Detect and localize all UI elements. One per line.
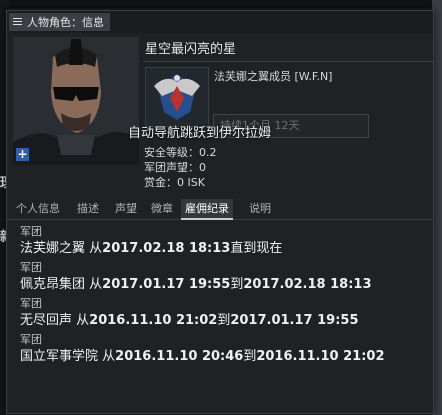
character-stats: 安全等级：0.2 军团声望：0 赏金：0 ISK bbox=[144, 145, 217, 190]
entry-line: 法芙娜之翼 从2017.02.18 18:13直到现在 bbox=[20, 239, 430, 259]
list-item: 军团 法芙娜之翼 从2017.02.18 18:13直到现在 bbox=[20, 225, 430, 261]
to-word: 到 bbox=[243, 349, 257, 364]
from-word: 从 bbox=[89, 241, 103, 256]
corp-membership-link[interactable]: 法芙娜之翼成员 [W.F.N] bbox=[214, 68, 332, 84]
tab-standings[interactable]: 声望 bbox=[111, 199, 141, 219]
window-title: 人物角色：信息 bbox=[27, 16, 104, 29]
tab-decorations[interactable]: 微章 bbox=[147, 199, 177, 219]
from-word: 从 bbox=[102, 349, 116, 364]
corp-standing: 军团声望：0 bbox=[144, 161, 206, 174]
character-name: 星空最闪亮的星 bbox=[145, 42, 237, 57]
entry-kind: 军团 bbox=[20, 297, 42, 310]
bounty: 赏金：0 ISK bbox=[144, 176, 205, 189]
corp-logo[interactable] bbox=[145, 67, 209, 127]
background-top bbox=[0, 0, 442, 8]
entry-kind: 军团 bbox=[20, 333, 42, 346]
from-word: 从 bbox=[76, 313, 90, 328]
corp-link[interactable]: 国立军事学院 bbox=[20, 349, 98, 364]
start-date: 2016.11.10 21:02 bbox=[89, 313, 218, 328]
security-status: 安全等级：0.2 bbox=[144, 146, 217, 159]
entry-kind: 军团 bbox=[20, 225, 42, 238]
end-date: 2017.01.17 19:55 bbox=[230, 313, 359, 328]
start-date: 2017.02.18 18:13 bbox=[102, 241, 231, 256]
divider bbox=[143, 61, 433, 62]
tab-personal-info[interactable]: 个人信息 bbox=[12, 199, 64, 219]
list-item: 军团 国立军事学院 从2016.11.10 20:46到2016.11.10 2… bbox=[20, 333, 430, 369]
menu-icon[interactable] bbox=[13, 18, 22, 26]
start-date: 2016.11.10 20:46 bbox=[115, 349, 244, 364]
tab-description[interactable]: 描述 bbox=[73, 199, 103, 219]
to-word: 到 bbox=[230, 277, 244, 292]
tab-notes[interactable]: 说明 bbox=[245, 199, 275, 219]
entry-line: 佩克昂集团 从2017.01.17 19:55到2017.02.18 18:13 bbox=[20, 275, 430, 295]
window-title-tab[interactable]: 人物角色：信息 bbox=[9, 13, 110, 31]
character-portrait[interactable]: + bbox=[13, 37, 139, 165]
from-word: 从 bbox=[89, 277, 103, 292]
list-item: 军团 无尽回声 从2016.11.10 21:02到2017.01.17 19:… bbox=[20, 297, 430, 333]
info-tabs: 个人信息 描述 声望 微章 雇佣纪录 说明 bbox=[7, 199, 433, 220]
list-item: 军团 佩克昂集团 从2017.01.17 19:55到2017.02.18 18… bbox=[20, 261, 430, 297]
end-date: 2017.02.18 18:13 bbox=[243, 277, 372, 292]
entry-kind: 军团 bbox=[20, 261, 42, 274]
corp-link[interactable]: 佩克昂集团 bbox=[20, 277, 85, 292]
autopilot-tooltip: 自动导航跳跃到伊尔拉姆 bbox=[128, 126, 272, 141]
window-titlebar[interactable]: 人物角色：信息 bbox=[7, 11, 433, 33]
corp-link[interactable]: 无尽回声 bbox=[20, 313, 72, 328]
to-word: 直到 bbox=[230, 241, 257, 256]
start-date: 2017.01.17 19:55 bbox=[102, 277, 231, 292]
end-date: 现在 bbox=[256, 241, 283, 256]
entry-line: 国立军事学院 从2016.11.10 20:46到2016.11.10 21:0… bbox=[20, 347, 430, 367]
tab-employment-history[interactable]: 雇佣纪录 bbox=[181, 199, 233, 220]
end-date: 2016.11.10 21:02 bbox=[256, 349, 385, 364]
to-word: 到 bbox=[217, 313, 231, 328]
entry-line: 无尽回声 从2016.11.10 21:02到2017.01.17 19:55 bbox=[20, 311, 430, 331]
employment-history-list: 军团 法芙娜之翼 从2017.02.18 18:13直到现在 军团 佩克昂集团 … bbox=[20, 225, 430, 369]
corp-link[interactable]: 法芙娜之翼 bbox=[20, 241, 85, 256]
add-contact-icon[interactable]: + bbox=[16, 148, 29, 161]
portrait-image bbox=[13, 37, 139, 165]
character-info-window: 人物角色：信息 + 星空最闪亮的星 法芙娜之翼成员 [W.F.N] 持续1个月 … bbox=[6, 10, 434, 414]
corp-logo-image bbox=[154, 74, 200, 120]
